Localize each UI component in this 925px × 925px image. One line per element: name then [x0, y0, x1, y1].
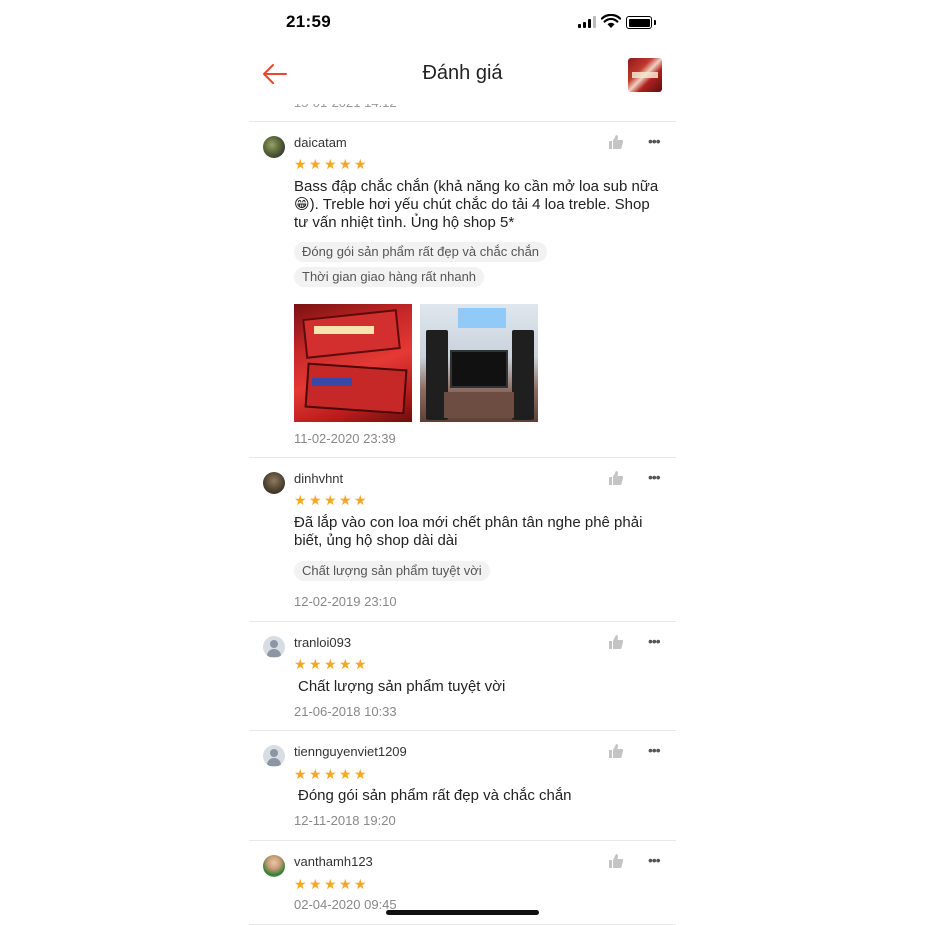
more-options-icon[interactable]: •••: [648, 743, 662, 761]
cellular-signal-icon: [578, 16, 596, 28]
more-options-icon[interactable]: •••: [648, 134, 662, 152]
more-options-icon[interactable]: •••: [648, 634, 662, 652]
status-time: 21:59: [286, 12, 331, 31]
star-icon: ★: [324, 766, 337, 782]
default-avatar-icon[interactable]: [263, 745, 285, 767]
star-icon: ★: [339, 766, 352, 782]
star-icon: ★: [294, 492, 307, 508]
star-icon: ★: [294, 656, 307, 672]
status-bar: 21:59: [249, 0, 676, 44]
star-icon: ★: [309, 156, 322, 172]
review-date: 11-02-2020 23:39: [294, 431, 396, 446]
product-thumbnail[interactable]: [628, 58, 662, 92]
star-icon: ★: [339, 876, 352, 892]
review-username[interactable]: daicatam: [294, 135, 347, 150]
star-icon: ★: [339, 492, 352, 508]
star-icon: ★: [354, 656, 367, 672]
star-rating: ★ ★ ★ ★ ★: [294, 156, 369, 172]
star-icon: ★: [309, 492, 322, 508]
more-options-icon[interactable]: •••: [648, 853, 662, 871]
review-text: Bass đập chắc chắn (khả năng ko cần mở l…: [294, 178, 659, 231]
review-text: Đóng gói sản phẩm rất đẹp và chắc chắn: [298, 787, 572, 804]
battery-icon: [626, 16, 652, 29]
star-icon: ★: [354, 156, 367, 172]
star-icon: ★: [339, 156, 352, 172]
star-rating: ★ ★ ★ ★ ★: [294, 656, 369, 672]
star-icon: ★: [309, 656, 322, 672]
star-icon: ★: [354, 492, 367, 508]
star-icon: ★: [354, 876, 367, 892]
thumbs-up-icon[interactable]: [608, 634, 624, 650]
review-tag: Đóng gói sản phẩm rất đẹp và chắc chắn: [294, 242, 548, 262]
review-photo[interactable]: [420, 304, 538, 422]
star-icon: ★: [339, 656, 352, 672]
star-icon: ★: [309, 876, 322, 892]
home-indicator[interactable]: [386, 910, 539, 915]
review-tag: Chất lượng sản phẩm tuyệt vời: [294, 561, 490, 581]
review-text: Chất lượng sản phẩm tuyệt vời: [298, 678, 506, 695]
avatar[interactable]: [263, 472, 285, 494]
thumbs-up-icon[interactable]: [608, 470, 624, 486]
star-icon: ★: [294, 876, 307, 892]
battery-cap: [654, 20, 656, 25]
review-text: Đã lắp vào con loa mới chết phân tân ngh…: [294, 514, 643, 549]
avatar[interactable]: [263, 855, 285, 877]
thumbs-up-icon[interactable]: [608, 853, 624, 869]
review-username[interactable]: vanthamh123: [294, 854, 373, 869]
review-tag: Thời gian giao hàng rất nhanh: [294, 267, 485, 287]
review-username[interactable]: tranloi093: [294, 635, 351, 650]
review-item: dinhvhnt ••• ★ ★ ★ ★ ★ Đã lắp vào con loa mớ…: [249, 458, 676, 622]
star-icon: ★: [294, 766, 307, 782]
review-photo[interactable]: [294, 304, 412, 422]
star-icon: ★: [324, 876, 337, 892]
review-item: daicatam ••• ★ ★ ★ ★ ★ Bass đập chắc chắn (k…: [249, 122, 676, 458]
review-username[interactable]: tiennguyenviet1209: [294, 744, 407, 759]
star-icon: ★: [324, 656, 337, 672]
default-avatar-icon[interactable]: [263, 636, 285, 658]
thumbs-up-icon[interactable]: [608, 134, 624, 150]
nav-header: Đánh giá: [249, 44, 676, 104]
star-icon: ★: [294, 156, 307, 172]
star-icon: ★: [309, 766, 322, 782]
review-username[interactable]: dinhvhnt: [294, 471, 343, 486]
review-item: tiennguyenviet1209 ••• ★ ★ ★ ★ ★ Đóng gói sả…: [249, 731, 676, 841]
star-rating: ★ ★ ★ ★ ★: [294, 766, 369, 782]
review-date: 02-04-2020 09:45: [294, 897, 397, 912]
thumbs-up-icon[interactable]: [608, 743, 624, 759]
wifi-icon: [601, 14, 621, 28]
review-item: tranloi093 ••• ★ ★ ★ ★ ★ Chất lượng sản phẩm…: [249, 622, 676, 731]
avatar[interactable]: [263, 136, 285, 158]
page-title: Đánh giá: [422, 62, 503, 84]
review-date: 12-02-2019 23:10: [294, 594, 397, 609]
star-rating: ★ ★ ★ ★ ★: [294, 876, 369, 892]
review-date: 12-11-2018 19:20: [294, 813, 396, 828]
review-date: 21-06-2018 10:33: [294, 704, 397, 719]
star-icon: ★: [354, 766, 367, 782]
more-options-icon[interactable]: •••: [648, 470, 662, 488]
star-rating: ★ ★ ★ ★ ★: [294, 492, 369, 508]
star-icon: ★: [324, 492, 337, 508]
star-icon: ★: [324, 156, 337, 172]
phone-screen: 21:59 Đánh giá 15-01-2021 14:12 daicatam: [249, 0, 676, 925]
